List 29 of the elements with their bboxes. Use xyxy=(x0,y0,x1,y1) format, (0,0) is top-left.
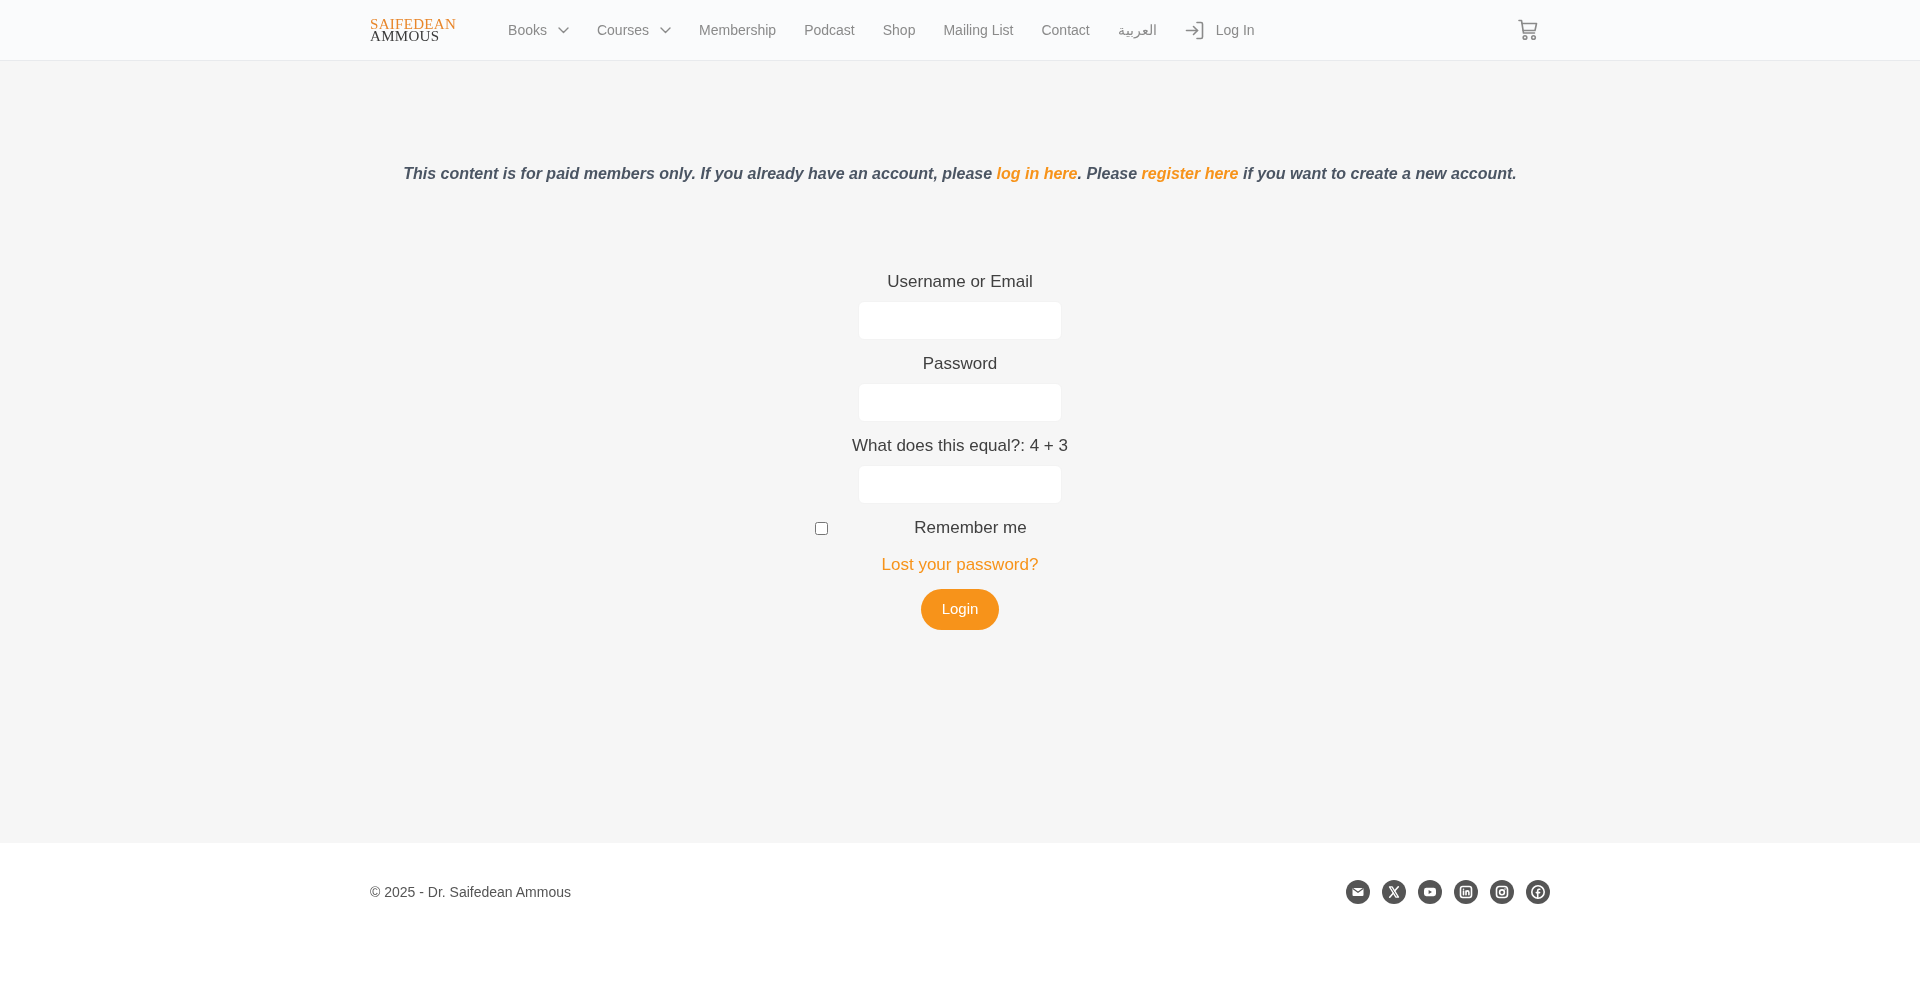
login-link[interactable]: Log In xyxy=(1170,20,1269,40)
nav-link[interactable]: Shop xyxy=(868,20,930,40)
field-label: Password xyxy=(922,353,998,375)
camera-icon[interactable] xyxy=(1490,880,1514,904)
remember-checkbox[interactable] xyxy=(815,521,828,535)
members-only-notice: This content is for paid members only. If you already have an account, please log in here. Please register here if you want to create a new account. xyxy=(402,164,1518,184)
linkedin-icon[interactable] xyxy=(1454,880,1478,904)
facebook-icon[interactable] xyxy=(1526,880,1550,904)
copyright-text: © 2025 - Dr. Saifedean Ammous xyxy=(370,883,571,902)
field-label: What does this equal?: 4 + 3 xyxy=(852,435,1068,457)
sign-in-icon xyxy=(1184,20,1204,40)
nav-link[interactable]: Courses xyxy=(582,20,686,40)
nav-link[interactable]: Books xyxy=(494,20,583,40)
video-play-icon[interactable] xyxy=(1418,880,1442,904)
login-button[interactable]: Login xyxy=(921,589,999,630)
notice-link[interactable]: register here xyxy=(1141,165,1239,182)
nav-link[interactable]: Membership xyxy=(685,20,791,40)
nav-link[interactable]: Mailing List xyxy=(929,20,1028,40)
notice-link[interactable]: log in here xyxy=(996,165,1078,182)
lost-password-link[interactable]: Lost your password? xyxy=(881,553,1039,577)
nav-link[interactable]: Podcast xyxy=(790,20,869,40)
nav-link[interactable]: العربية xyxy=(1103,20,1171,40)
x-logo-icon[interactable] xyxy=(1382,880,1406,904)
remember-label: Remember me xyxy=(913,517,1028,540)
nav-link[interactable]: Contact xyxy=(1027,20,1104,40)
field-label: Username or Email xyxy=(887,271,1033,293)
envelope-icon[interactable] xyxy=(1346,880,1370,904)
cart-icon[interactable] xyxy=(1518,19,1538,41)
site-logo[interactable]: SAIFEDEAN AMMOUS xyxy=(370,18,457,42)
